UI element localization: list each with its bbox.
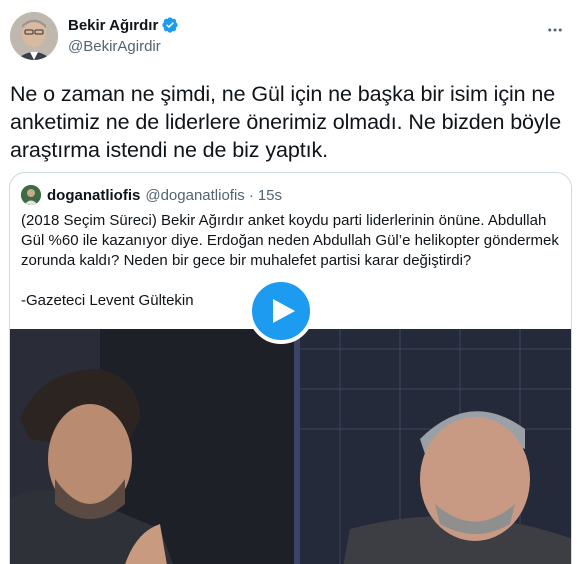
author-avatar-image: [10, 12, 58, 60]
tweet-header: Bekir Ağırdır @BekirAgirdir: [10, 12, 571, 62]
play-icon: [272, 299, 295, 323]
more-options-icon: [548, 28, 562, 32]
video-thumbnail[interactable]: [10, 329, 571, 564]
more-options-button[interactable]: [543, 18, 567, 42]
author-display-name[interactable]: Bekir Ağırdır: [68, 17, 158, 34]
quoted-tweet[interactable]: doganatliofis @doganatliofis · 15s (2018…: [9, 172, 572, 564]
quoted-author-name[interactable]: doganatliofis: [47, 187, 140, 204]
quoted-separator: ·: [248, 186, 254, 204]
author-name-row: Bekir Ağırdır: [68, 15, 179, 35]
author-avatar[interactable]: [10, 12, 58, 60]
author-handle[interactable]: @BekirAgirdir: [68, 38, 179, 55]
quoted-timestamp[interactable]: 15s: [258, 187, 282, 204]
author-name-block: Bekir Ağırdır @BekirAgirdir: [68, 15, 179, 55]
tweet-text: Ne o zaman ne şimdi, ne Gül için ne başk…: [10, 82, 562, 162]
quoted-author-avatar: [21, 185, 41, 205]
verified-badge-icon: [162, 17, 178, 33]
quoted-author-handle[interactable]: @doganatliofis: [145, 187, 244, 204]
play-button[interactable]: [248, 278, 314, 344]
quoted-author-avatar-image: [21, 185, 41, 205]
video-frame-image: [10, 329, 571, 564]
quoted-tweet-header: doganatliofis @doganatliofis · 15s: [21, 185, 282, 205]
